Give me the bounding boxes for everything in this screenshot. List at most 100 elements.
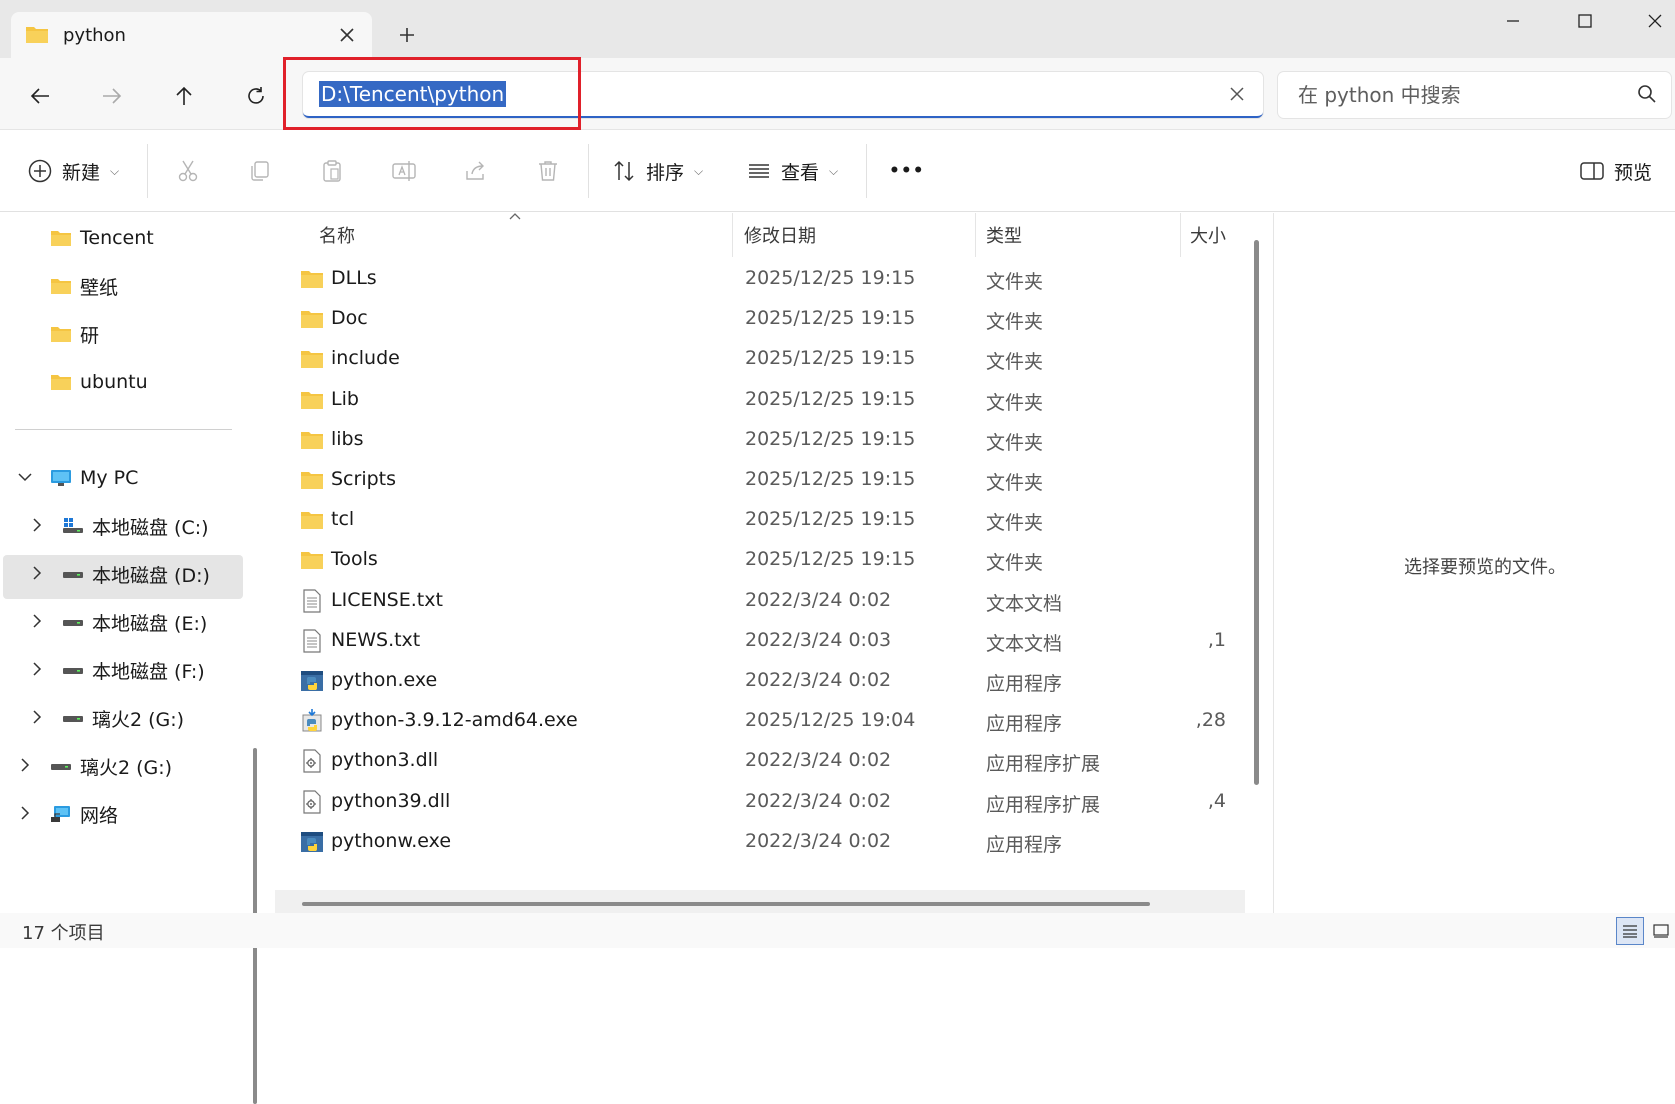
column-divider[interactable] bbox=[1180, 213, 1181, 257]
column-header-type[interactable]: 类型 bbox=[986, 222, 1022, 248]
file-row[interactable]: python39.dll 2022/3/24 0:02 应用程序扩展 4, bbox=[272, 780, 1237, 823]
command-bar: 新建 ⌵ 排序 ⌵ 查看 ⌵ ••• 预览 bbox=[0, 130, 1675, 212]
column-headers: 名称 修改日期 类型 大小 bbox=[272, 213, 1247, 257]
column-divider[interactable] bbox=[732, 213, 733, 257]
expand-drive-f[interactable] bbox=[27, 659, 47, 679]
close-tab-button[interactable] bbox=[334, 22, 360, 48]
details-view-button[interactable] bbox=[1616, 917, 1644, 945]
column-header-name[interactable]: 名称 bbox=[319, 222, 355, 248]
expand-removable-g[interactable] bbox=[15, 755, 35, 775]
sidebar-item-wallpaper[interactable]: 壁纸 bbox=[50, 264, 118, 308]
forward-button[interactable] bbox=[92, 76, 132, 116]
search-input[interactable] bbox=[1278, 72, 1618, 118]
expand-drive-c[interactable] bbox=[27, 515, 47, 535]
installer-icon bbox=[300, 709, 324, 733]
expand-drive-d[interactable] bbox=[27, 563, 47, 583]
file-name[interactable]: python.exe bbox=[331, 669, 437, 691]
preview-pane-button[interactable]: 预览 bbox=[1580, 151, 1652, 191]
sidebar-item-label: Tencent bbox=[80, 227, 154, 249]
expand-drive-e[interactable] bbox=[27, 611, 47, 631]
sidebar-item-drive-g[interactable]: 璃火2 (G:) bbox=[62, 696, 184, 740]
expand-network[interactable] bbox=[15, 803, 35, 823]
file-date: 2025/12/25 19:15 bbox=[745, 468, 916, 490]
file-row[interactable]: Tools 2025/12/25 19:15 文件夹 bbox=[272, 538, 1237, 581]
sidebar-item-tencent[interactable]: Tencent bbox=[50, 216, 154, 260]
file-name[interactable]: tcl bbox=[331, 508, 354, 530]
tab-python[interactable]: python bbox=[11, 12, 372, 58]
file-name[interactable]: NEWS.txt bbox=[331, 629, 420, 651]
sidebar-item-my-pc[interactable]: My PC bbox=[50, 456, 138, 500]
close-icon bbox=[1230, 87, 1244, 101]
sidebar-item-drive-d[interactable]: 本地磁盘 (D:) bbox=[62, 552, 210, 596]
file-row[interactable]: NEWS.txt 2022/3/24 0:03 文本文档 1, bbox=[272, 619, 1237, 662]
delete-button[interactable] bbox=[528, 151, 568, 191]
file-row[interactable]: python.exe 2022/3/24 0:02 应用程序 bbox=[272, 659, 1237, 702]
expand-drive-g[interactable] bbox=[27, 707, 47, 727]
file-name[interactable]: Tools bbox=[331, 548, 378, 570]
file-name[interactable]: Lib bbox=[331, 388, 359, 410]
file-name[interactable]: LICENSE.txt bbox=[331, 589, 443, 611]
file-row[interactable]: Doc 2025/12/25 19:15 文件夹 bbox=[272, 297, 1237, 340]
search-box[interactable] bbox=[1278, 72, 1671, 118]
file-row[interactable]: LICENSE.txt 2022/3/24 0:02 文本文档 bbox=[272, 579, 1237, 622]
tiles-view-button[interactable] bbox=[1648, 917, 1674, 945]
expand-my-pc[interactable] bbox=[15, 467, 35, 487]
file-name[interactable]: Scripts bbox=[331, 468, 396, 490]
file-date: 2025/12/25 19:15 bbox=[745, 427, 916, 450]
sidebar-item-network[interactable]: 网络 bbox=[50, 792, 118, 836]
file-row[interactable]: python-3.9.12-amd64.exe 2025/12/25 19:04 应… bbox=[272, 699, 1237, 742]
file-name[interactable]: python3.dll bbox=[331, 749, 438, 771]
sidebar-item-drive-f[interactable]: 本地磁盘 (F:) bbox=[62, 648, 205, 692]
minimize-button[interactable] bbox=[1490, 6, 1536, 36]
sidebar-item-yan[interactable]: 研 bbox=[50, 312, 99, 356]
file-row[interactable]: python3.dll 2022/3/24 0:02 应用程序扩展 bbox=[272, 739, 1237, 782]
file-name[interactable]: python-3.9.12-amd64.exe bbox=[331, 709, 578, 731]
cut-button[interactable] bbox=[168, 151, 208, 191]
file-name[interactable]: python39.dll bbox=[331, 790, 450, 812]
file-row[interactable]: pythonw.exe 2022/3/24 0:02 应用程序 bbox=[272, 820, 1237, 863]
column-divider[interactable] bbox=[975, 213, 976, 257]
close-window-button[interactable] bbox=[1632, 6, 1675, 36]
column-header-size[interactable]: 大小 bbox=[1190, 222, 1226, 248]
sort-button[interactable]: 排序 ⌵ bbox=[612, 151, 703, 191]
refresh-button[interactable] bbox=[236, 76, 276, 116]
file-list-scrollbar[interactable] bbox=[1254, 240, 1259, 785]
file-name[interactable]: pythonw.exe bbox=[331, 830, 451, 852]
close-icon bbox=[1648, 14, 1662, 28]
maximize-button[interactable] bbox=[1562, 6, 1608, 36]
rename-button[interactable] bbox=[384, 151, 424, 191]
sidebar-item-removable-g[interactable]: 璃火2 (G:) bbox=[50, 744, 172, 788]
file-row[interactable]: include 2025/12/25 19:15 文件夹 bbox=[272, 337, 1237, 380]
horizontal-scrollbar-thumb[interactable] bbox=[302, 902, 1150, 906]
file-row[interactable]: DLLs 2025/12/25 19:15 文件夹 bbox=[272, 257, 1237, 300]
clear-address-button[interactable] bbox=[1225, 82, 1249, 106]
file-name[interactable]: DLLs bbox=[331, 267, 377, 289]
new-button[interactable]: 新建 ⌵ bbox=[28, 151, 119, 191]
paste-button[interactable] bbox=[312, 151, 352, 191]
search-icon[interactable] bbox=[1637, 84, 1657, 104]
refresh-icon bbox=[248, 87, 264, 104]
share-button[interactable] bbox=[456, 151, 496, 191]
file-row[interactable]: Scripts 2025/12/25 19:15 文件夹 bbox=[272, 458, 1237, 501]
sidebar-item-ubuntu[interactable]: ubuntu bbox=[50, 360, 148, 404]
file-name[interactable]: include bbox=[331, 347, 400, 369]
back-button[interactable] bbox=[20, 76, 60, 116]
file-date: 2025/12/25 19:15 bbox=[745, 307, 916, 330]
file-row[interactable]: libs 2025/12/25 19:15 文件夹 bbox=[272, 418, 1237, 461]
copy-button[interactable] bbox=[240, 151, 280, 191]
view-button[interactable]: 查看 ⌵ bbox=[747, 151, 838, 191]
file-row[interactable]: Lib 2025/12/25 19:15 文件夹 bbox=[272, 378, 1237, 421]
sidebar-item-drive-e[interactable]: 本地磁盘 (E:) bbox=[62, 600, 207, 644]
file-name[interactable]: Doc bbox=[331, 307, 368, 329]
up-button[interactable] bbox=[164, 76, 204, 116]
more-options-button[interactable]: ••• bbox=[889, 151, 925, 191]
file-name[interactable]: libs bbox=[331, 428, 364, 450]
sort-ascending-icon bbox=[509, 213, 521, 220]
column-header-date[interactable]: 修改日期 bbox=[744, 222, 816, 248]
folder-icon bbox=[300, 428, 324, 452]
sidebar-item-drive-c[interactable]: 本地磁盘 (C:) bbox=[62, 504, 209, 548]
file-row[interactable]: tcl 2025/12/25 19:15 文件夹 bbox=[272, 498, 1237, 541]
folder-icon bbox=[51, 279, 71, 294]
new-tab-button[interactable] bbox=[394, 22, 420, 48]
view-label: 查看 bbox=[781, 161, 820, 184]
